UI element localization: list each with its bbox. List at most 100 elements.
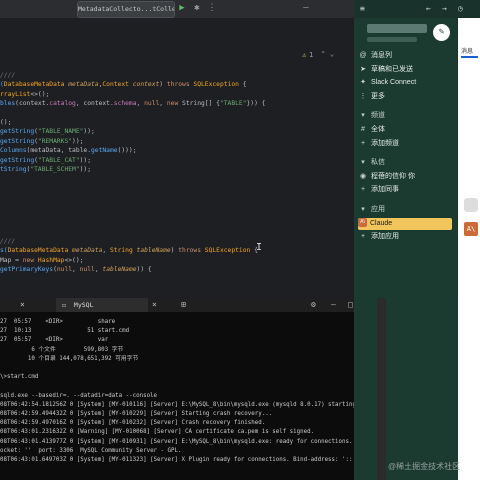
workspace-name[interactable] <box>367 24 427 33</box>
terminal-line: 08T06:43:01.231632Z 0 [Warning] [MY-0100… <box>0 429 315 436</box>
history-icon[interactable]: ◷ <box>458 4 463 14</box>
code-line: rrayList<>(); <box>0 90 49 99</box>
close-tab-icon[interactable]: × <box>152 299 157 311</box>
code-token: String[] { <box>182 100 220 108</box>
run-config-selector[interactable]: MetadataCollecto...tCollect <box>77 1 175 18</box>
terminal-line: 27 10:13 51 start.cmd <box>0 328 130 335</box>
sidebar-item-label: 添加频道 <box>371 139 399 147</box>
sidebar-item-消息列[interactable]: @ 消息列 <box>358 50 452 62</box>
sidebar-icon: ✦ <box>360 79 366 87</box>
sidebar-item-草稿和已发送[interactable]: ➤ 草稿和已发送 <box>358 64 452 76</box>
code-token: (); <box>0 119 12 126</box>
code-editor[interactable]: ⚠ 1 ⌃ ⌄ ////(DatabaseMetaData metaData,C… <box>0 18 354 298</box>
sidebar-item-label: 更多 <box>371 92 385 100</box>
tab-messages[interactable]: 消息 <box>461 46 473 55</box>
code-token: "TABLE" <box>219 100 247 108</box>
code-token: bles <box>0 100 16 108</box>
code-token: getName <box>91 147 118 155</box>
minimize-icon[interactable]: — <box>331 299 336 311</box>
back-icon[interactable]: ← <box>426 4 431 14</box>
avatar[interactable] <box>464 198 478 212</box>
section-label: 应用 <box>371 206 385 213</box>
code-token: null <box>144 100 160 108</box>
code-token: ) <box>159 81 167 89</box>
code-token: throws <box>178 247 205 255</box>
code-token: null <box>79 266 95 274</box>
code-line: (DatabaseMetaData metaData,Context conte… <box>0 80 247 89</box>
code-token: tString <box>0 166 27 173</box>
sidebar-item-添加应用[interactable]: + 添加应用 <box>358 231 452 243</box>
minimize-icon[interactable]: — <box>300 2 312 14</box>
section-label: 私信 <box>371 159 385 167</box>
chevron-down-icon: ▾ <box>361 112 365 120</box>
channels-section-header[interactable]: ▾ 频道 <box>358 110 452 122</box>
terminal-tab-bar: × ▭MySQL × ⊞ ⚙ — □ × <box>0 298 386 312</box>
sidebar-item-全体[interactable]: # 全体 <box>358 124 452 136</box>
compose-button[interactable]: ✎ <box>433 24 450 41</box>
forward-icon[interactable]: → <box>442 4 447 14</box>
tab-mysql[interactable]: ▭ MySQL <box>56 298 148 312</box>
sidebar-item-更多[interactable]: ⋮ 更多 <box>358 91 452 103</box>
code-line: getString("TABLE_NAME")); <box>0 127 95 136</box>
sidebar-item-label: 草稿和已发送 <box>371 65 413 73</box>
new-tab-icon[interactable]: ⊞ <box>181 299 186 311</box>
chat-toolbar: ≡ ← → ◷ <box>354 0 480 18</box>
code-token: "TABLE_NAME" <box>37 128 84 136</box>
chevron-up-icon[interactable]: ⌃ <box>321 50 325 58</box>
code-token: })) { <box>246 100 266 108</box>
sidebar-item-label: 程蓓的信仰 你 <box>371 172 415 180</box>
code-token: DatabaseMetaData <box>7 247 73 255</box>
terminal-output[interactable]: 27 05:57 <DIR> share 27 10:13 51 start.cm… <box>0 314 370 480</box>
terminal-line: 08T06:42:59.497016Z 0 [System] [MY-01023… <box>0 420 266 427</box>
claude-avatar[interactable]: A\ <box>464 222 478 236</box>
maximize-icon[interactable]: □ <box>348 299 353 311</box>
code-token: , context. <box>75 100 114 108</box>
chevron-down-icon: ▾ <box>361 159 365 167</box>
settings-icon[interactable]: ⚙ <box>311 299 316 311</box>
code-token: , <box>159 100 167 108</box>
code-token: Columns <box>0 147 27 155</box>
code-token: SQLException <box>204 247 255 255</box>
terminal-line: 08T06:43:01.413977Z 0 [System] [MY-01093… <box>0 438 370 445</box>
code-token: "REMARKS" <box>37 137 73 145</box>
code-token: Map = <box>0 256 23 264</box>
terminal-line: 08T06:42:59.494432Z 0 [System] [MY-01022… <box>0 411 273 417</box>
code-line: getString("TABLE_CAT")); <box>0 156 91 165</box>
sidebar-item-slack-connect[interactable]: ✦ Slack Connect <box>358 77 452 89</box>
dm-section-header[interactable]: ▾ 私信 <box>358 157 452 169</box>
code-line: (); <box>0 118 11 127</box>
menu-icon[interactable]: ≡ <box>360 4 365 14</box>
more-actions-icon[interactable]: ⋮ <box>206 2 218 14</box>
close-tab-icon[interactable]: × <box>20 299 25 311</box>
sidebar-item-添加同事[interactable]: + 添加同事 <box>358 184 452 196</box>
code-token: metaData <box>72 247 103 255</box>
sidebar-icon: ◉ <box>359 172 367 180</box>
code-token: catalog <box>49 100 76 108</box>
code-token: )) { <box>136 266 152 274</box>
sidebar-icon: ➤ <box>360 65 366 73</box>
code-token: rrayList <box>0 90 31 98</box>
code-token: SQLException <box>193 81 243 89</box>
active-tab-indicator <box>461 56 478 58</box>
code-line: tString("TABLE_SCHEM")); <box>0 165 91 174</box>
sidebar-item-claude[interactable]: A\ Claude <box>358 217 452 230</box>
sidebar-item-label: 消息列 <box>371 52 392 59</box>
code-token: HashMap <box>37 256 65 264</box>
sidebar-icon: # <box>361 126 365 133</box>
apps-section-header[interactable]: ▾ 应用 <box>358 204 452 216</box>
code-token: , <box>102 247 110 255</box>
terminal-line: 10 个目录 144,078,651,392 可用字节 <box>0 355 139 362</box>
terminal-line: 08T06:42:54.181256Z 0 [System] [MY-01011… <box>0 401 370 408</box>
warning-count: 1 <box>309 51 314 59</box>
sidebar-item-程蓓的信仰-你[interactable]: ◉ 程蓓的信仰 你 <box>358 171 452 183</box>
code-token: ())); <box>117 147 137 155</box>
watermark: @稀土掘金技术社区 <box>388 462 461 471</box>
run-icon[interactable]: ▶ <box>176 2 188 14</box>
code-token: tableName <box>102 266 137 274</box>
code-token: tableName <box>136 247 171 255</box>
warning-icon[interactable]: ⚠ <box>302 51 306 59</box>
sidebar-item-label: Slack Connect <box>371 79 417 87</box>
debug-icon[interactable]: ✱ <box>191 2 203 14</box>
chevron-down-icon[interactable]: ⌄ <box>330 50 334 58</box>
sidebar-item-添加频道[interactable]: + 添加频道 <box>358 138 452 150</box>
